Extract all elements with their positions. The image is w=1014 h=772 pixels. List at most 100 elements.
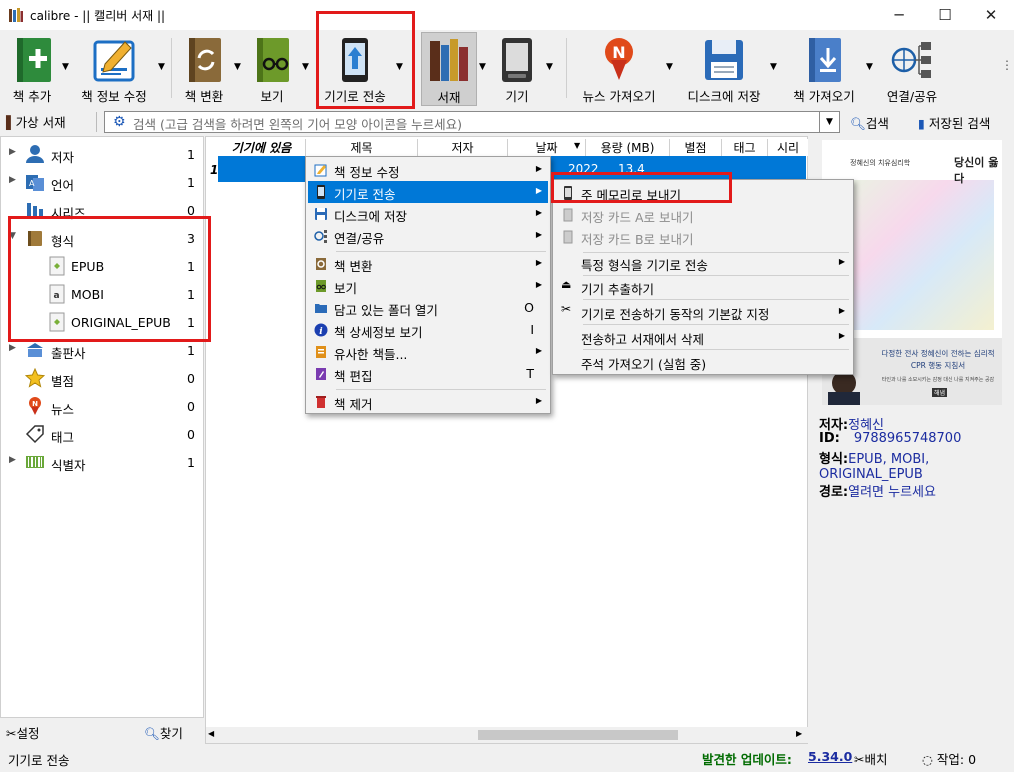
path-link[interactable]: 열려면 누르세요 bbox=[848, 485, 936, 500]
scroll-right-icon[interactable]: ▶ bbox=[796, 729, 802, 738]
scrollbar-thumb[interactable] bbox=[478, 730, 678, 740]
expand-arrow-icon[interactable]: ▶ bbox=[9, 343, 16, 353]
column-header-tags[interactable]: 태그 bbox=[722, 139, 768, 156]
maximize-button[interactable]: ☐ bbox=[922, 0, 968, 30]
menu-item-convert[interactable]: 책 변환 ▶ bbox=[308, 253, 548, 275]
menu-item-open-folder[interactable]: 담고 있는 폴더 열기 O bbox=[308, 297, 548, 319]
device-button[interactable]: 기기 bbox=[494, 32, 540, 106]
menu-item-edit-metadata[interactable]: 책 정보 수정 ▶ bbox=[308, 159, 548, 181]
column-header-rating[interactable]: 별점 bbox=[670, 139, 722, 156]
search-button[interactable]: 🔍︎검색 bbox=[850, 113, 889, 132]
edit-metadata-button[interactable]: 책 정보 수정 bbox=[74, 32, 154, 106]
menu-item-send-to-device[interactable]: 기기로 전송 ▶ bbox=[308, 181, 548, 203]
tag-item-series[interactable]: 시리즈 0 bbox=[1, 197, 203, 225]
menu-item-connect-share[interactable]: 연결/공유 ▶ bbox=[308, 225, 548, 247]
menu-item-similar-books[interactable]: 유사한 책들... ▶ bbox=[308, 341, 548, 363]
virtual-library-button[interactable]: ▌가상 서재 bbox=[6, 112, 66, 131]
fetch-news-dropdown-icon[interactable]: ▼ bbox=[666, 62, 673, 72]
menu-item-save-to-disk[interactable]: 디스크에 저장 ▶ bbox=[308, 203, 548, 225]
column-header-series[interactable]: 시리 bbox=[768, 139, 808, 156]
send-to-device-dropdown-icon[interactable]: ▼ bbox=[396, 62, 403, 72]
convert-button[interactable]: 책 변환 bbox=[176, 32, 232, 106]
library-button[interactable]: 서재 bbox=[421, 32, 477, 106]
tag-item-count: 1 bbox=[187, 175, 195, 190]
device-dropdown-icon[interactable]: ▼ bbox=[546, 62, 553, 72]
submenu-item-specific-format[interactable]: 특정 형식을 기기로 전송 ▶ bbox=[555, 252, 851, 274]
column-header-title[interactable]: 제목 bbox=[306, 139, 418, 156]
tag-item-authors[interactable]: ▶ 저자 1 bbox=[1, 141, 203, 169]
menu-separator bbox=[336, 251, 546, 252]
expand-arrow-icon[interactable]: ▶ bbox=[9, 147, 16, 157]
submenu-item-fetch-annotations[interactable]: 주석 가져오기 (실험 중) bbox=[555, 351, 851, 373]
expand-arrow-icon[interactable]: ▶ bbox=[9, 175, 16, 185]
toolbar-overflow-icon[interactable]: ⋮ bbox=[1001, 58, 1013, 72]
update-version-link[interactable]: 5.34.0 bbox=[808, 749, 852, 764]
submenu-item-main-memory[interactable]: 주 메모리로 보내기 bbox=[555, 182, 851, 204]
magnifier-icon: 🔍︎ bbox=[144, 726, 160, 741]
collapse-arrow-icon[interactable]: ▼ bbox=[9, 231, 16, 241]
get-books-button[interactable]: 책 가져오기 bbox=[786, 32, 862, 106]
save-to-disk-button[interactable]: 디스크에 저장 bbox=[682, 32, 766, 106]
menu-item-remove-book[interactable]: 책 제거 ▶ bbox=[308, 391, 548, 413]
edit-metadata-dropdown-icon[interactable]: ▼ bbox=[158, 62, 165, 72]
tag-item-epub[interactable]: EPUB 1 bbox=[1, 253, 203, 281]
save-to-disk-dropdown-icon[interactable]: ▼ bbox=[770, 62, 777, 72]
close-button[interactable]: ✕ bbox=[968, 0, 1014, 30]
menu-item-view[interactable]: 보기 ▶ bbox=[308, 275, 548, 297]
tag-item-formats[interactable]: ▼ 형식 3 bbox=[1, 225, 203, 253]
jobs-indicator[interactable]: ◌ 작업: 0 bbox=[922, 749, 976, 768]
submenu-item-card-b[interactable]: 저장 카드 B로 보내기 bbox=[555, 226, 851, 248]
menu-item-label: 주석 가져오기 (실험 중) bbox=[581, 357, 707, 372]
column-header-size[interactable]: 용량 (MB) bbox=[586, 139, 670, 156]
menu-item-label: 저장 카드 A로 보내기 bbox=[581, 210, 694, 225]
tag-item-identifiers[interactable]: ▶ 식별자 1 bbox=[1, 449, 203, 477]
tag-item-rating[interactable]: 별점 0 bbox=[1, 365, 203, 393]
expand-arrow-icon[interactable]: ▶ bbox=[9, 455, 16, 465]
tag-browser: ▶ 저자 1 ▶ A 언어 1 시리즈 0 ▼ 형식 3 EPUB 1 a MO… bbox=[0, 136, 204, 718]
search-input[interactable]: ⚙ 검색 (고급 검색을 하려면 왼쪽의 기어 모양 아이콘을 누르세요) bbox=[104, 111, 820, 133]
menu-item-label: 특정 형식을 기기로 전송 bbox=[581, 258, 708, 273]
tag-item-languages[interactable]: ▶ A 언어 1 bbox=[1, 169, 203, 197]
submenu-item-set-default[interactable]: ✂︎ 기기로 전송하기 동작의 기본값 지정 ▶ bbox=[555, 301, 851, 323]
convert-dropdown-icon[interactable]: ▼ bbox=[234, 62, 241, 72]
fetch-news-button[interactable]: N 뉴스 가져오기 bbox=[578, 32, 660, 106]
jobs-config-button[interactable]: ✂︎배치 bbox=[854, 749, 888, 768]
tag-item-original-epub[interactable]: ORIGINAL_EPUB 1 bbox=[1, 309, 203, 337]
menu-item-show-details[interactable]: i 책 상세정보 보기 I bbox=[308, 319, 548, 341]
submenu-item-eject-device[interactable]: ⏏ 기기 추출하기 bbox=[555, 276, 851, 298]
menu-item-edit-book[interactable]: 책 편집 T bbox=[308, 363, 548, 385]
send-to-device-label: 기기로 전송 bbox=[324, 89, 386, 104]
magnifier-icon: 🔍︎ bbox=[850, 116, 866, 131]
submenu-item-card-a[interactable]: 저장 카드 A로 보내기 bbox=[555, 204, 851, 226]
add-book-dropdown-icon[interactable]: ▼ bbox=[62, 62, 69, 72]
search-history-dropdown[interactable]: ▼ bbox=[820, 111, 840, 133]
add-book-button[interactable]: 책 추가 bbox=[4, 32, 60, 106]
storage-card-icon bbox=[563, 208, 573, 222]
saved-search-button[interactable]: ▮ 저장된 검색 bbox=[918, 113, 990, 132]
column-header-author[interactable]: 저자 bbox=[418, 139, 508, 156]
submenu-item-send-and-delete[interactable]: 전송하고 서재에서 삭제 ▶ bbox=[555, 326, 851, 348]
toolbar-separator bbox=[566, 38, 567, 98]
tag-item-publisher[interactable]: ▶ 출판사 1 bbox=[1, 337, 203, 365]
send-to-device-button[interactable]: 기기로 전송 bbox=[318, 32, 392, 106]
tag-item-mobi[interactable]: a MOBI 1 bbox=[1, 281, 203, 309]
menu-item-label: 책 변환 bbox=[334, 259, 373, 274]
device-label: 기기 bbox=[505, 89, 529, 104]
column-header-on-device[interactable]: 기기에 있음 bbox=[218, 139, 306, 156]
connect-share-button[interactable]: 연결/공유 bbox=[880, 32, 944, 106]
get-books-dropdown-icon[interactable]: ▼ bbox=[866, 62, 873, 72]
gear-icon[interactable]: ⚙ bbox=[113, 114, 126, 130]
scroll-left-icon[interactable]: ◀ bbox=[208, 729, 214, 738]
view-dropdown-icon[interactable]: ▼ bbox=[302, 62, 309, 72]
tag-item-tags[interactable]: 태그 0 bbox=[1, 421, 203, 449]
minimize-button[interactable]: ─ bbox=[876, 0, 922, 30]
id-link[interactable]: 9788965748700 bbox=[854, 431, 962, 446]
calibre-app-icon bbox=[9, 8, 23, 22]
library-dropdown-icon[interactable]: ▼ bbox=[479, 62, 486, 72]
horizontal-scrollbar[interactable]: ◀ ▶ bbox=[206, 727, 808, 743]
tag-item-news[interactable]: N 뉴스 0 bbox=[1, 393, 203, 421]
connect-share-label: 연결/공유 bbox=[886, 89, 938, 104]
find-button[interactable]: 🔍︎찾기 bbox=[144, 723, 183, 742]
configure-button[interactable]: ✂︎설정 bbox=[6, 723, 40, 742]
view-button[interactable]: 보기 bbox=[246, 32, 298, 106]
